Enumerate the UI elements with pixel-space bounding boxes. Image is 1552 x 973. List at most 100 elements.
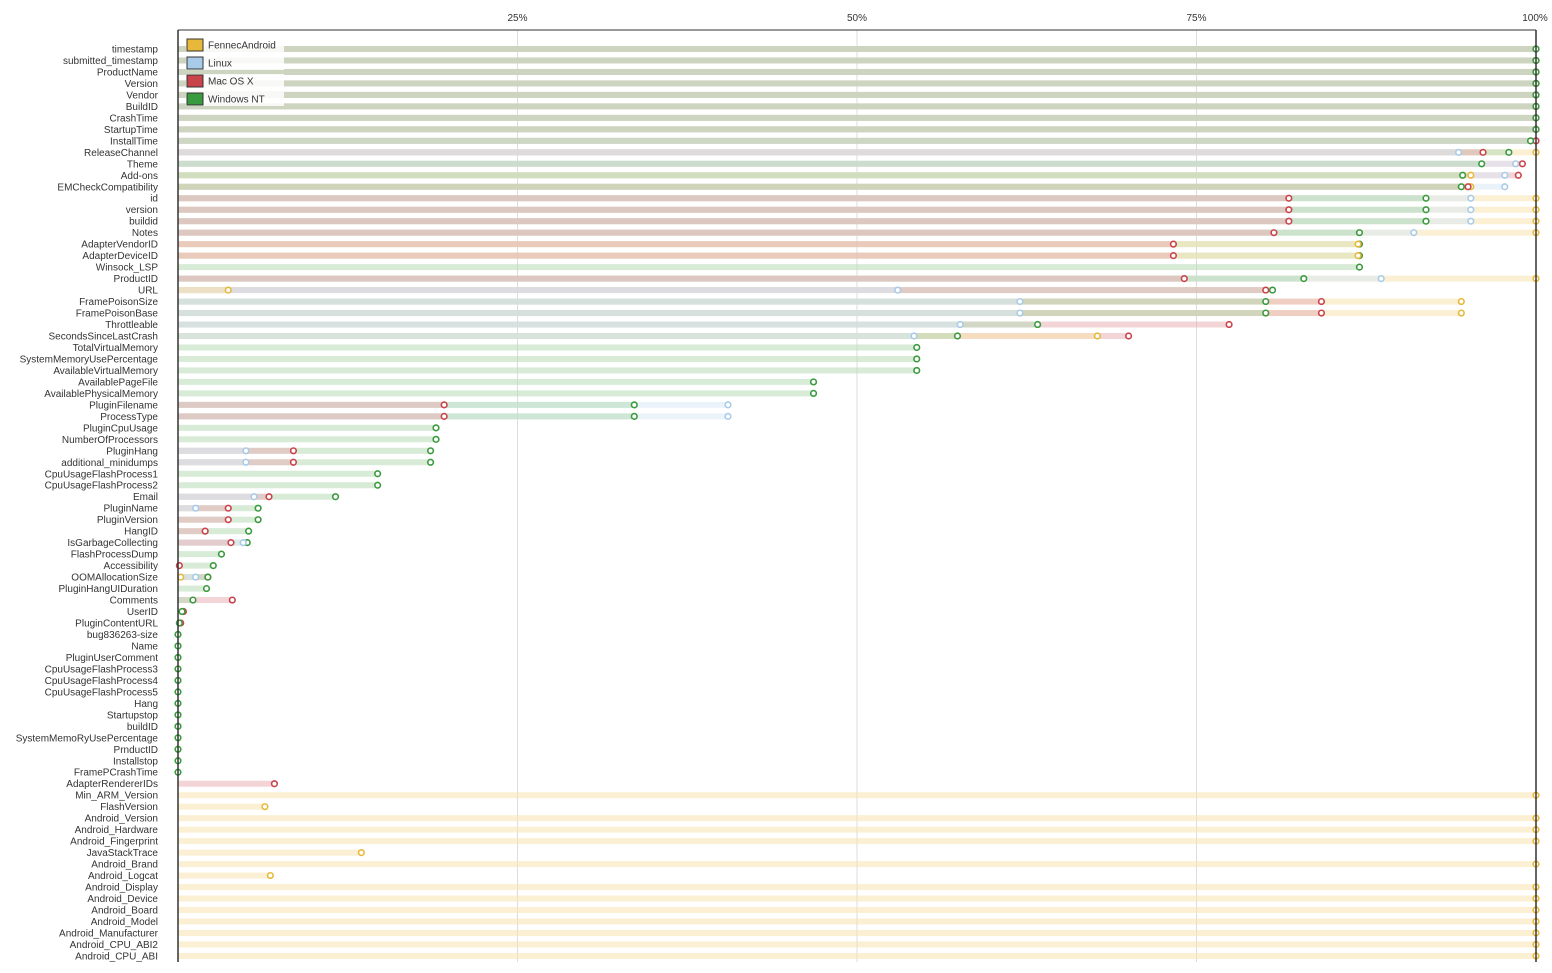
bar-win bbox=[178, 80, 1536, 87]
legend-swatch bbox=[186, 56, 204, 70]
x-tick-label: 50% bbox=[847, 13, 867, 24]
point-win bbox=[245, 527, 253, 535]
category-label: Notes bbox=[132, 228, 158, 239]
point-win bbox=[254, 516, 262, 524]
category-label: Name bbox=[131, 641, 158, 652]
category-label: Android_Hardware bbox=[75, 825, 159, 836]
bar-linux bbox=[178, 493, 255, 500]
bar-win bbox=[178, 551, 222, 558]
category-label: FramePoisonSize bbox=[79, 297, 158, 308]
bar-mac bbox=[178, 218, 1289, 225]
category-label: FramePCrashTime bbox=[74, 768, 159, 779]
category-label: NumberOfProcessors bbox=[62, 435, 158, 446]
point-win bbox=[1478, 160, 1486, 168]
bar-mac bbox=[178, 780, 275, 787]
point-fennec bbox=[1354, 240, 1362, 248]
category-label: PluginHang bbox=[106, 446, 158, 457]
bar-mac bbox=[178, 413, 445, 420]
point-win bbox=[1262, 297, 1270, 306]
bar-win bbox=[178, 46, 1536, 52]
category-label: IsGarbageCollecting bbox=[67, 538, 158, 549]
category-label: AvailableVirtualMemory bbox=[53, 366, 158, 377]
bar-mac bbox=[178, 516, 229, 523]
point-fennec bbox=[261, 803, 269, 811]
category-label: CpuUsageFlashProcess4 bbox=[45, 676, 159, 687]
category-label: Winsock_LSP bbox=[96, 263, 159, 274]
point-mac bbox=[1169, 252, 1178, 260]
bar-win bbox=[178, 482, 378, 489]
category-label: Vendor bbox=[126, 90, 158, 101]
category-label: Throttleable bbox=[105, 320, 158, 331]
bar-win bbox=[178, 103, 1536, 110]
point-mac bbox=[289, 447, 298, 455]
category-label: timestamp bbox=[112, 45, 159, 56]
bar-fennec bbox=[178, 872, 271, 879]
bar-linux bbox=[178, 298, 1020, 305]
point-linux bbox=[192, 504, 200, 512]
point-win bbox=[432, 435, 440, 443]
point-mac bbox=[224, 516, 232, 524]
point-win bbox=[630, 412, 638, 420]
point-fennec bbox=[177, 573, 185, 581]
point-fennec bbox=[266, 871, 274, 880]
category-label: Android_CPU_ABI bbox=[75, 951, 158, 962]
point-linux bbox=[242, 447, 250, 455]
point-mac bbox=[1285, 206, 1293, 214]
point-mac bbox=[1285, 217, 1293, 225]
bar-win bbox=[178, 367, 917, 374]
point-win bbox=[809, 389, 818, 398]
point-linux bbox=[1016, 297, 1024, 306]
bar-win bbox=[178, 68, 1536, 75]
point-win bbox=[1505, 148, 1513, 156]
bar-win bbox=[178, 355, 917, 362]
bar-mac bbox=[178, 241, 1174, 248]
bar-win bbox=[178, 137, 1531, 144]
point-linux bbox=[1377, 275, 1385, 283]
point-mac bbox=[265, 493, 273, 501]
point-win bbox=[217, 550, 226, 558]
point-fennec bbox=[357, 848, 365, 857]
bar-win bbox=[178, 378, 814, 385]
bar-fennec bbox=[178, 861, 1536, 868]
point-linux bbox=[724, 412, 732, 420]
point-linux bbox=[956, 320, 964, 329]
category-label: FlashVersion bbox=[100, 802, 158, 813]
point-linux bbox=[1501, 171, 1509, 179]
category-label: SystemMemoRyUsePercentage bbox=[16, 733, 159, 744]
bar-win bbox=[178, 424, 437, 431]
point-linux bbox=[1467, 206, 1475, 214]
legend-swatch bbox=[186, 74, 204, 88]
point-win bbox=[432, 424, 440, 432]
category-label: ReleaseChannel bbox=[84, 148, 158, 159]
point-win bbox=[1526, 137, 1535, 145]
point-linux bbox=[910, 332, 918, 340]
point-fennec bbox=[1457, 309, 1465, 317]
bar-win bbox=[178, 344, 917, 351]
point-mac bbox=[289, 458, 298, 466]
category-label: ProductName bbox=[97, 67, 159, 78]
category-label: TotalVirtualMemory bbox=[73, 343, 158, 354]
category-label: Installstop bbox=[113, 756, 158, 767]
bar-fennec bbox=[178, 907, 1536, 913]
point-mac bbox=[1285, 194, 1293, 202]
point-win bbox=[1422, 206, 1430, 214]
category-label: Android_Logcat bbox=[88, 871, 158, 882]
category-label: CpuUsageFlashProcess3 bbox=[45, 664, 159, 675]
point-mac bbox=[440, 412, 448, 420]
point-win bbox=[953, 332, 962, 340]
category-label: Android_Display bbox=[85, 883, 158, 894]
point-win bbox=[913, 355, 921, 363]
category-label: EMCheckCompatibility bbox=[57, 182, 158, 193]
bar-linux bbox=[178, 459, 246, 466]
bar-fennec bbox=[178, 815, 1536, 822]
legend-label: Linux bbox=[208, 59, 232, 70]
bar-win bbox=[178, 57, 1536, 64]
point-win bbox=[1355, 229, 1364, 237]
bar-mac bbox=[178, 401, 445, 408]
category-label: Hang bbox=[134, 699, 158, 710]
bar-linux bbox=[178, 333, 915, 339]
point-mac bbox=[1262, 286, 1270, 294]
category-label: buildid bbox=[129, 217, 158, 228]
bar-mac bbox=[178, 528, 206, 535]
category-label: PluginVersion bbox=[97, 515, 158, 526]
